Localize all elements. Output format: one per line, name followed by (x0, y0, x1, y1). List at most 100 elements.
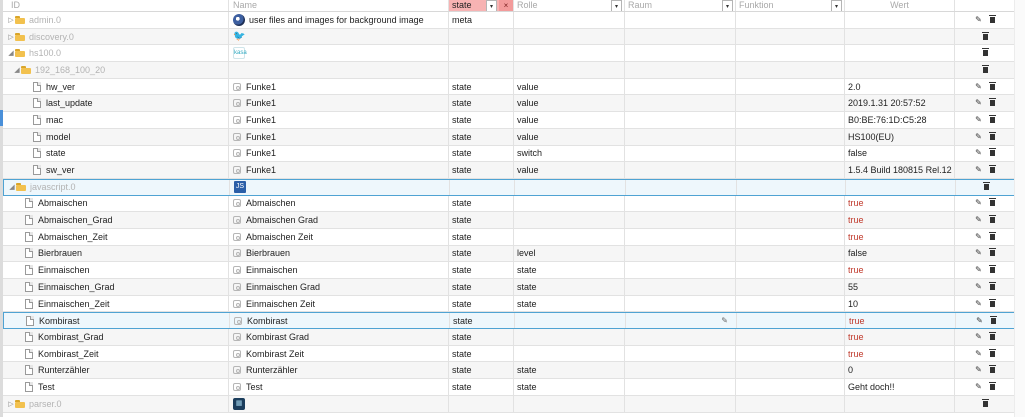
delete-icon[interactable] (988, 215, 996, 224)
tree-row-state[interactable]: Abmaischen_Grad Abmaischen Grad state tr… (3, 212, 1015, 229)
delete-icon[interactable] (988, 331, 996, 340)
delete-icon[interactable] (988, 198, 996, 207)
value-cell[interactable]: true (845, 262, 955, 278)
tree-row-state-hovered[interactable]: Kombirast Kombirast state ✎ true ✎ (3, 312, 1015, 330)
edit-icon[interactable]: ✎ (975, 132, 982, 141)
tree-row-state[interactable]: Bierbrauen Bierbrauen state level false … (3, 245, 1015, 263)
room-filter[interactable]: Raum ▾ (625, 0, 736, 11)
tree-row-state[interactable]: Kombirast_Zeit Kombirast Zeit state true… (3, 345, 1015, 363)
tree-row-state[interactable]: last_update Funke1 state value 2019.1.31… (3, 95, 1015, 113)
function-cell[interactable] (736, 95, 845, 112)
room-cell[interactable] (625, 195, 736, 212)
room-cell[interactable] (625, 362, 736, 379)
function-cell[interactable] (736, 195, 845, 212)
function-cell[interactable] (737, 313, 846, 329)
collapse-toggle-icon[interactable]: ◢ (8, 183, 16, 191)
tree-row-state[interactable]: Abmaischen Abmaischen state true ✎ (3, 195, 1015, 213)
delete-icon[interactable] (988, 231, 996, 240)
room-cell[interactable] (625, 345, 736, 362)
delete-icon[interactable] (988, 98, 996, 107)
room-cell[interactable] (625, 245, 736, 262)
delete-icon[interactable] (988, 298, 996, 307)
room-filter-dropdown-button[interactable]: ▾ (722, 0, 733, 11)
edit-icon[interactable]: ✎ (975, 366, 982, 374)
value-cell[interactable]: true (845, 228, 955, 245)
room-edit-icon[interactable]: ✎ (721, 316, 728, 325)
delete-icon[interactable] (988, 81, 996, 90)
delete-icon[interactable] (988, 281, 996, 290)
tree-row-state[interactable]: Abmaischen_Zeit Abmaischen Zeit state tr… (3, 228, 1015, 246)
tree-row-state[interactable]: Runterzähler Runterzähler state state 0 … (3, 362, 1015, 380)
delete-icon[interactable] (988, 381, 996, 390)
edit-icon[interactable]: ✎ (975, 382, 982, 391)
function-cell[interactable] (736, 78, 845, 95)
delete-icon[interactable] (981, 398, 989, 407)
value-cell[interactable]: false (845, 245, 955, 262)
delete-icon[interactable] (982, 182, 990, 191)
tree-row-admin[interactable]: ▷ admin.0 user files and images for back… (3, 12, 1015, 29)
value-cell[interactable]: true (846, 313, 956, 329)
collapse-toggle-icon[interactable]: ◢ (13, 66, 21, 74)
collapse-toggle-icon[interactable]: ◢ (7, 49, 15, 57)
delete-icon[interactable] (988, 131, 996, 140)
function-cell[interactable] (736, 345, 845, 362)
expand-toggle-icon[interactable]: ▷ (7, 33, 15, 41)
tree-row-state[interactable]: Einmaischen_Zeit Einmaischen Zeit state … (3, 295, 1015, 313)
value-cell[interactable]: Geht doch!! (845, 379, 955, 395)
value-cell[interactable]: 0 (845, 362, 955, 379)
edit-icon[interactable]: ✎ (975, 149, 982, 157)
col-header-name[interactable]: Name (229, 0, 449, 11)
room-cell[interactable] (625, 379, 736, 395)
function-cell[interactable] (736, 162, 845, 178)
delete-icon[interactable] (988, 165, 996, 174)
value-cell[interactable]: 1.5.4 Build 180815 Rel.12 (845, 162, 955, 178)
tree-row-discovery[interactable]: ▷ discovery.0 🐦 (3, 28, 1015, 46)
edit-icon[interactable]: ✎ (975, 82, 982, 91)
edit-icon[interactable]: ✎ (975, 249, 982, 257)
room-cell[interactable] (625, 162, 736, 178)
function-filter-dropdown-button[interactable]: ▾ (831, 0, 842, 11)
delete-icon[interactable] (988, 265, 996, 274)
edit-icon[interactable]: ✎ (975, 115, 982, 124)
room-cell[interactable] (625, 128, 736, 145)
value-cell[interactable]: true (845, 212, 955, 228)
value-cell[interactable]: 10 (845, 295, 955, 312)
tree-row-state[interactable]: Kombirast_Grad Kombirast Grad state true… (3, 329, 1015, 346)
tree-row-state[interactable]: hw_ver Funke1 state value 2.0 ✎ (3, 78, 1015, 96)
value-cell[interactable]: 55 (845, 279, 955, 295)
role-filter-dropdown-button[interactable]: ▾ (611, 0, 622, 11)
tree-row-state[interactable]: Einmaischen Einmaischen state state true… (3, 262, 1015, 279)
edit-icon[interactable]: ✎ (975, 349, 982, 358)
edit-icon[interactable]: ✎ (975, 332, 982, 341)
col-header-id[interactable]: ID (3, 0, 229, 11)
tree-row-state[interactable]: sw_ver Funke1 state value 1.5.4 Build 18… (3, 162, 1015, 179)
vertical-scrollbar[interactable] (1014, 0, 1025, 417)
edit-icon[interactable]: ✎ (975, 299, 982, 308)
tree-row-state[interactable]: mac Funke1 state value B0:BE:76:1D:C5:28… (3, 112, 1015, 129)
value-cell[interactable]: B0:BE:76:1D:C5:28 (845, 112, 955, 128)
tree-row-parser[interactable]: ▷ parser.0 ▦ (3, 395, 1015, 413)
delete-icon[interactable] (988, 14, 996, 23)
edit-icon[interactable]: ✎ (975, 166, 982, 174)
value-cell[interactable]: HS100(EU) (845, 128, 955, 145)
room-cell[interactable] (625, 329, 736, 345)
delete-icon[interactable] (989, 315, 997, 324)
value-cell[interactable]: true (845, 195, 955, 212)
tree-row-device[interactable]: ◢ 192_168_100_20 (3, 62, 1015, 79)
tree-row-state[interactable]: model Funke1 state value HS100(EU) ✎ (3, 128, 1015, 146)
function-filter[interactable]: Funktion ▾ (736, 0, 845, 11)
function-cell[interactable] (736, 329, 845, 345)
role-filter[interactable]: Rolle ▾ (514, 0, 625, 11)
room-cell[interactable] (625, 145, 736, 162)
room-cell[interactable] (625, 228, 736, 245)
tree-row-state[interactable]: Einmaischen_Grad Einmaischen Grad state … (3, 279, 1015, 296)
function-cell[interactable] (736, 379, 845, 395)
col-header-value[interactable]: Wert (845, 0, 955, 11)
function-cell[interactable] (736, 112, 845, 128)
delete-icon[interactable] (988, 148, 996, 157)
type-filter-clear-button[interactable]: × (499, 0, 513, 11)
room-cell[interactable] (625, 262, 736, 278)
edit-icon[interactable]: ✎ (975, 232, 982, 241)
room-cell[interactable]: ✎ (626, 313, 737, 329)
tree-row-state[interactable]: Test Test state state Geht doch!! ✎ (3, 379, 1015, 396)
